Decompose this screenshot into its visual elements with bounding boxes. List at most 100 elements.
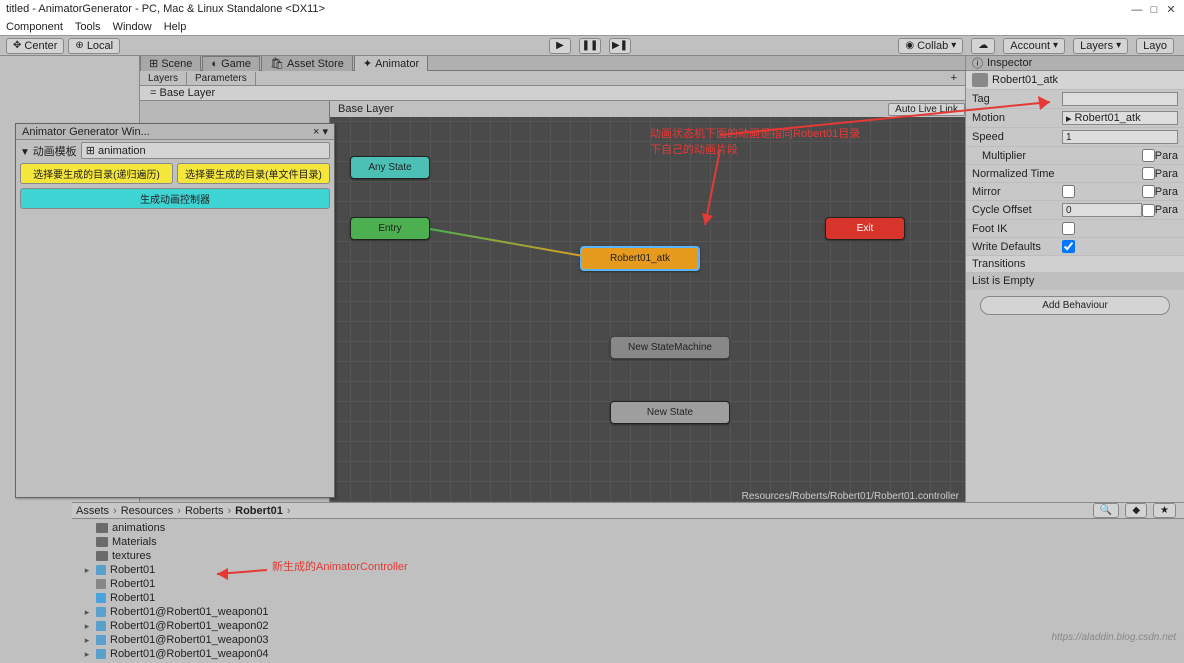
project-item-label: Materials bbox=[112, 536, 157, 548]
prefab-icon bbox=[96, 607, 106, 617]
menu-window[interactable]: Window bbox=[113, 21, 152, 33]
state-icon bbox=[972, 73, 988, 87]
add-behaviour-button[interactable]: Add Behaviour bbox=[980, 296, 1170, 315]
node-any-state[interactable]: Any State bbox=[350, 156, 430, 179]
tab-animator[interactable]: ✦Animator bbox=[354, 55, 428, 71]
prefab-icon bbox=[96, 635, 106, 645]
floatwin-close-icon[interactable]: × ▾ bbox=[313, 125, 328, 138]
folder-icon bbox=[96, 523, 108, 533]
watermark: https://aladdin.blog.csdn.net bbox=[1051, 632, 1176, 643]
close-icon[interactable]: ✕ bbox=[1164, 3, 1178, 16]
generate-controller-button[interactable]: 生成动画控制器 bbox=[20, 188, 330, 209]
node-robert01-atk[interactable]: Robert01_atk bbox=[580, 246, 700, 271]
project-item[interactable]: ▸ Robert01@Robert01_weapon03 bbox=[82, 633, 1174, 647]
account-button[interactable]: Account ▾ bbox=[1003, 38, 1065, 54]
animator-subtabs: Layers Parameters + bbox=[140, 71, 965, 86]
project-item[interactable]: animations bbox=[82, 521, 1174, 535]
floatwin-title[interactable]: Animator Generator Win... × ▾ bbox=[16, 124, 334, 140]
project-item[interactable]: ▸ Robert01@Robert01_weapon04 bbox=[82, 647, 1174, 661]
multiplier-param-check[interactable] bbox=[1142, 149, 1155, 162]
project-item-label: Robert01 bbox=[110, 578, 155, 590]
collab-button[interactable]: ◉ Collab ▾ bbox=[898, 38, 963, 54]
animator-generator-window[interactable]: Animator Generator Win... × ▾ ▼ 动画模板 ⊞ a… bbox=[15, 123, 335, 498]
node-exit[interactable]: Exit bbox=[825, 217, 905, 240]
node-new-statemachine[interactable]: New StateMachine bbox=[610, 336, 730, 359]
minimize-icon[interactable]: — bbox=[1130, 4, 1144, 16]
menu-tools[interactable]: Tools bbox=[75, 21, 101, 33]
controller-icon bbox=[96, 579, 106, 589]
project-item[interactable]: ▸Robert01 bbox=[82, 563, 1174, 577]
cycle-param-check[interactable] bbox=[1142, 204, 1155, 217]
menu-component[interactable]: Component bbox=[6, 21, 63, 33]
writedef-check[interactable] bbox=[1062, 240, 1075, 253]
project-item-label: Robert01@Robert01_weapon03 bbox=[110, 634, 269, 646]
normtime-param-check[interactable] bbox=[1142, 167, 1155, 180]
window-title: titled - AnimatorGenerator - PC, Mac & L… bbox=[6, 3, 325, 15]
expand-arrow-icon[interactable]: ▸ bbox=[82, 607, 92, 618]
cloud-button[interactable]: ☁ bbox=[971, 38, 995, 54]
tab-game[interactable]: ◐Game bbox=[202, 56, 260, 71]
project-item[interactable]: ▸Robert01@Robert01_weapon01 bbox=[82, 605, 1174, 619]
.override-controller-icon bbox=[96, 593, 106, 603]
add-layer-button[interactable]: + bbox=[943, 72, 965, 84]
graph-path: Resources/Roberts/Robert01/Robert01.cont… bbox=[742, 491, 959, 502]
node-entry[interactable]: Entry bbox=[350, 217, 430, 240]
node-new-state[interactable]: New State bbox=[610, 401, 730, 424]
motion-field[interactable]: ▸Robert01_atk bbox=[1062, 111, 1178, 125]
star-icon[interactable]: ★ bbox=[1153, 503, 1176, 518]
project-item[interactable]: textures bbox=[82, 549, 1174, 563]
tag-field[interactable] bbox=[1062, 92, 1178, 106]
step-button[interactable]: ▶❚ bbox=[609, 38, 631, 54]
project-item[interactable]: Robert01 bbox=[82, 591, 1174, 605]
search-icon[interactable]: 🔍 bbox=[1093, 503, 1119, 518]
layers-tab[interactable]: Layers bbox=[140, 72, 187, 85]
bc-robert01[interactable]: Robert01 bbox=[235, 505, 283, 517]
single-dir-button[interactable]: 选择要生成的目录(单文件目录) bbox=[177, 163, 330, 184]
project-panel: Assets› Resources› Roberts› Robert01› 🔍 … bbox=[72, 502, 1184, 647]
recursive-dir-button[interactable]: 选择要生成的目录(递归遍历) bbox=[20, 163, 173, 184]
layout-dropdown[interactable]: Layo bbox=[1136, 38, 1174, 54]
project-item-label: textures bbox=[112, 550, 151, 562]
pause-button[interactable]: ❚❚ bbox=[579, 38, 601, 54]
transition-line bbox=[430, 228, 598, 259]
bc-roberts[interactable]: Roberts bbox=[185, 505, 224, 517]
project-item-label: Robert01@Robert01_weapon04 bbox=[110, 648, 269, 660]
footik-check[interactable] bbox=[1062, 222, 1075, 235]
expand-arrow-icon[interactable]: ▸ bbox=[82, 621, 92, 632]
game-icon: ◐ bbox=[211, 58, 218, 70]
prefab-icon bbox=[96, 621, 106, 631]
bc-assets[interactable]: Assets bbox=[76, 505, 109, 517]
window-controls: — □ ✕ bbox=[1130, 3, 1178, 16]
annotation-3: 新生成的AnimatorController bbox=[272, 558, 408, 574]
expand-arrow-icon[interactable]: ▸ bbox=[82, 565, 92, 576]
play-button[interactable]: ▶ bbox=[549, 38, 571, 54]
project-item[interactable]: ▸Robert01@Robert01_weapon02 bbox=[82, 619, 1174, 633]
local-button[interactable]: ⊕ Local bbox=[68, 38, 120, 54]
filter-icon[interactable]: ◆ bbox=[1125, 503, 1147, 518]
mirror-check[interactable] bbox=[1062, 185, 1075, 198]
speed-field[interactable]: 1 bbox=[1062, 130, 1178, 144]
prefab-icon bbox=[96, 565, 106, 575]
project-item[interactable]: Materials bbox=[82, 535, 1174, 549]
center-button[interactable]: ✥ Center bbox=[6, 38, 64, 54]
auto-live-link-button[interactable]: Auto Live Link bbox=[888, 103, 965, 116]
bc-resources[interactable]: Resources bbox=[121, 505, 174, 517]
expand-arrow-icon[interactable]: ▸ bbox=[82, 635, 92, 646]
cycle-field[interactable]: 0 bbox=[1062, 203, 1142, 217]
graph-breadcrumb[interactable]: Base Layer bbox=[330, 103, 402, 115]
menu-help[interactable]: Help bbox=[164, 21, 187, 33]
project-item[interactable]: Robert01 bbox=[82, 577, 1174, 591]
layers-dropdown[interactable]: Layers ▾ bbox=[1073, 38, 1128, 54]
base-layer-row[interactable]: = Base Layer bbox=[140, 86, 965, 101]
tab-asset-store[interactable]: 🛍Asset Store bbox=[261, 55, 353, 71]
maximize-icon[interactable]: □ bbox=[1147, 4, 1161, 16]
scene-icon: ⊞ bbox=[149, 57, 158, 70]
animator-graph[interactable]: Base Layer Auto Live Link Any State Entr… bbox=[330, 101, 965, 502]
animation-dropdown[interactable]: ⊞ animation bbox=[81, 142, 330, 159]
expand-arrow-icon[interactable]: ▸ bbox=[82, 649, 92, 660]
state-name[interactable]: Robert01_atk bbox=[992, 74, 1178, 86]
project-item-label: animations bbox=[112, 522, 165, 534]
parameters-tab[interactable]: Parameters bbox=[187, 72, 256, 85]
mirror-param-check[interactable] bbox=[1142, 185, 1155, 198]
tab-scene[interactable]: ⊞Scene bbox=[140, 55, 201, 71]
